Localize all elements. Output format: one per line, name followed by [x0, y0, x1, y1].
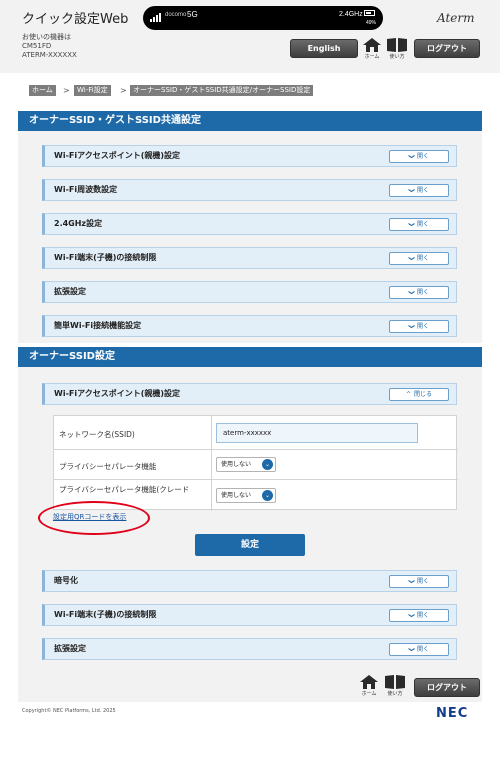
device-name: CM51FD	[22, 42, 52, 50]
breadcrumb-current: オーナーSSID・ゲストSSID共通設定/オーナーSSID設定	[130, 85, 314, 96]
home-icon	[363, 38, 381, 52]
signal-icon	[150, 13, 162, 22]
ssid-label: ネットワーク名(SSID)	[59, 430, 135, 439]
close-button[interactable]: ^ 閉じる	[389, 388, 449, 401]
book-icon	[385, 675, 405, 689]
privacy-cradle-label: プライバシーセパレータ機能(クレード	[59, 485, 190, 494]
app-title: クイック設定Web	[22, 12, 129, 27]
breadcrumb-separator: >	[63, 86, 70, 95]
battery-percent: 49%	[366, 20, 377, 26]
chevron-down-icon: ❯	[407, 612, 415, 619]
open-button[interactable]: ❯ 開く	[389, 643, 449, 656]
privacy-label: プライバシーセパレータ機能	[59, 462, 157, 471]
chevron-down-icon: ❯	[407, 289, 415, 296]
open-button[interactable]: ❯ 開く	[389, 609, 449, 622]
breadcrumb-separator: >	[120, 86, 127, 95]
wifi-band: 2.4GHz	[339, 11, 363, 18]
accordion-label: 暗号化	[54, 576, 78, 585]
accordion-label: Wi-Fi端末(子機)の接続制限	[54, 610, 157, 619]
submit-button[interactable]: 設定	[195, 534, 305, 556]
accordion-label: Wi-Fi周波数設定	[54, 185, 118, 194]
ssid-form: ネットワーク名(SSID) プライバシーセパレータ機能 プライバシーセパレータ機…	[53, 415, 458, 511]
accordion-label: 2.4GHz設定	[54, 219, 103, 228]
footer-logout-button[interactable]: ログアウト	[414, 678, 480, 697]
accordion-encryption[interactable]: 暗号化 ❯ 開く	[42, 570, 457, 592]
footer-home-link[interactable]: ホーム	[357, 675, 381, 697]
device-label: お使いの機器は	[22, 33, 71, 41]
home-icon	[360, 675, 378, 689]
battery-icon	[364, 10, 375, 16]
accordion-label: 拡張設定	[54, 287, 86, 296]
accordion-owner-extended[interactable]: 拡張設定 ❯ 開く	[42, 638, 457, 660]
accordion-frequency[interactable]: Wi-Fi周波数設定 ❯ 開く	[42, 179, 457, 201]
chevron-up-icon: ^	[405, 391, 411, 398]
english-button[interactable]: English	[290, 39, 358, 58]
chevron-down-icon: ❯	[407, 153, 415, 160]
copyright: Copyright© NEC Platforms, Ltd. 2025	[22, 708, 116, 714]
carrier-name: docomo	[165, 12, 187, 18]
device-id: ATERM-XXXXXX	[22, 51, 77, 59]
open-button[interactable]: ❯ 開く	[389, 286, 449, 299]
chevron-down-icon: ❯	[407, 323, 415, 330]
help-link[interactable]: 使い方	[385, 38, 409, 60]
accordion-label: Wi-Fi端末(子機)の接続制限	[54, 253, 157, 262]
accordion-ap-settings[interactable]: Wi-Fiアクセスポイント(親機)設定 ❯ 開く	[42, 145, 457, 167]
home-label: ホーム	[361, 691, 377, 697]
privacy-cradle-select[interactable]: 使用しない ⌄	[216, 488, 276, 503]
accordion-ap-settings-expanded[interactable]: Wi-Fiアクセスポイント(親機)設定 ^ 閉じる	[42, 383, 457, 405]
qr-code-link[interactable]: 設定用QRコードを表示	[53, 512, 126, 522]
accordion-label: 拡張設定	[54, 644, 86, 653]
chevron-down-icon: ❯	[407, 187, 415, 194]
home-label: ホーム	[364, 54, 380, 60]
chevron-down-icon: ❯	[407, 221, 415, 228]
section-title-owner: オーナーSSID設定	[18, 347, 482, 367]
ssid-input[interactable]: aterm-xxxxxx	[216, 423, 418, 443]
column-divider	[211, 416, 212, 511]
accordion-owner-connection-limit[interactable]: Wi-Fi端末(子機)の接続制限 ❯ 開く	[42, 604, 457, 626]
section-title-common: オーナーSSID・ゲストSSID共通設定	[18, 111, 482, 131]
accordion-connection-limit[interactable]: Wi-Fi端末(子機)の接続制限 ❯ 開く	[42, 247, 457, 269]
nec-logo: NEC	[436, 706, 469, 721]
help-label: 使い方	[389, 54, 405, 60]
logout-button[interactable]: ログアウト	[414, 39, 480, 58]
footer-help-link[interactable]: 使い方	[383, 675, 407, 697]
home-link[interactable]: ホーム	[360, 38, 384, 60]
open-button[interactable]: ❯ 開く	[389, 184, 449, 197]
open-button[interactable]: ❯ 開く	[389, 252, 449, 265]
book-icon	[387, 38, 407, 52]
aterm-logo: Aterm	[437, 11, 475, 25]
open-button[interactable]: ❯ 開く	[389, 150, 449, 163]
accordion-24ghz[interactable]: 2.4GHz設定 ❯ 開く	[42, 213, 457, 235]
privacy-cradle-select-value: 使用しない	[221, 492, 252, 499]
footer-bar	[18, 672, 482, 702]
open-button[interactable]: ❯ 開く	[389, 575, 449, 588]
open-button[interactable]: ❯ 開く	[389, 320, 449, 333]
accordion-label: Wi-Fiアクセスポイント(親機)設定	[54, 151, 181, 160]
privacy-select[interactable]: 使用しない ⌄	[216, 457, 276, 472]
breadcrumb-wifi[interactable]: Wi-Fi設定	[74, 85, 111, 96]
chevron-down-icon: ❯	[407, 578, 415, 585]
accordion-extended[interactable]: 拡張設定 ❯ 開く	[42, 281, 457, 303]
accordion-label: Wi-Fiアクセスポイント(親機)設定	[54, 389, 181, 398]
breadcrumb-home[interactable]: ホーム	[29, 85, 56, 96]
status-bar	[143, 6, 383, 30]
privacy-select-value: 使用しない	[221, 461, 252, 468]
help-label: 使い方	[387, 691, 403, 697]
chevron-down-icon: ❯	[407, 646, 415, 653]
accordion-label: 簡単Wi-Fi接続機能設定	[54, 321, 142, 330]
open-button[interactable]: ❯ 開く	[389, 218, 449, 231]
accordion-easy-connect[interactable]: 簡単Wi-Fi接続機能設定 ❯ 開く	[42, 315, 457, 337]
chevron-down-icon: ❯	[407, 255, 415, 262]
network-type: 5G	[187, 10, 198, 19]
chevron-down-icon: ⌄	[262, 459, 273, 470]
chevron-down-icon: ⌄	[262, 490, 273, 501]
